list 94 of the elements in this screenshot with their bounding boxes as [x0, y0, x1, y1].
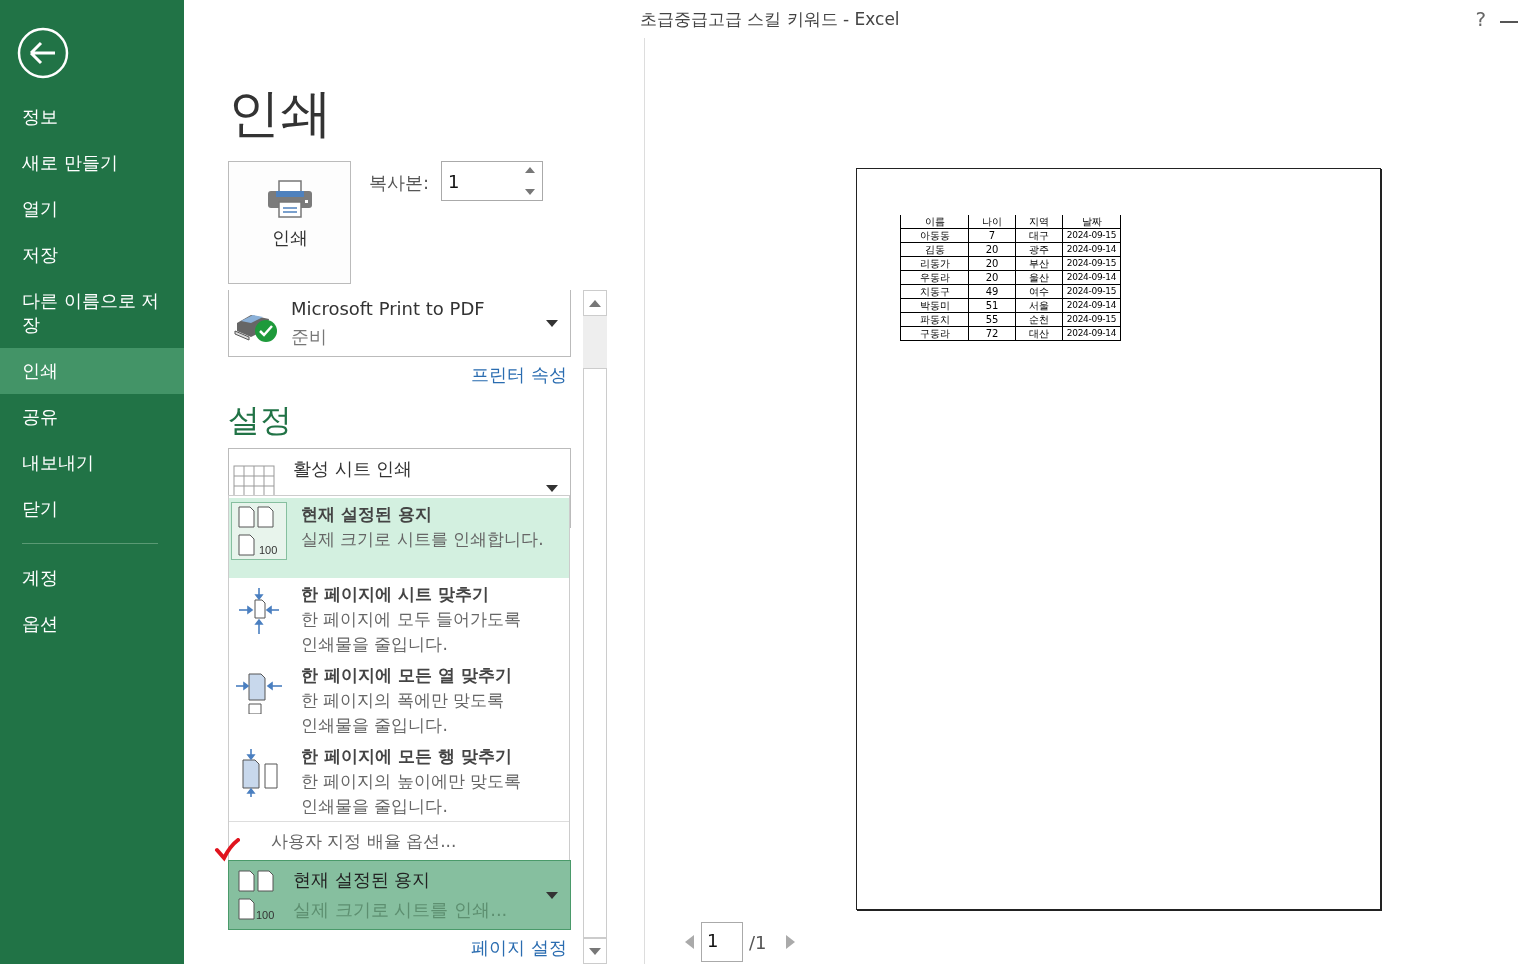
table-cell: 김동 — [900, 242, 969, 257]
table-cell: 대산 — [1015, 326, 1063, 341]
scale-label: 100 — [256, 909, 275, 921]
window-title: 초급중급고급 스킬 키워드 - Excel — [638, 7, 901, 31]
table-cell: 대구 — [1015, 228, 1063, 243]
table-cell: 20 — [968, 242, 1016, 257]
table-cell: 순천 — [1015, 312, 1063, 327]
option-description: 인쇄물을 줄입니다. — [301, 633, 449, 656]
table-cell: 2024-09-15 — [1062, 284, 1121, 299]
table-header: 나이 — [968, 215, 1016, 229]
table-cell: 울산 — [1015, 270, 1063, 285]
table-cell: 2024-09-15 — [1062, 312, 1121, 327]
table-cell: 20 — [968, 256, 1016, 271]
caret-icon — [546, 485, 558, 492]
scale-label: 100 — [259, 544, 278, 556]
previous-page-icon[interactable] — [685, 935, 695, 949]
scaling-option[interactable]: 한 페이지에 모든 행 맞추기 한 페이지의 높이에만 맞도록 인쇄물을 줄입니다. — [229, 740, 569, 821]
sidebar-item[interactable]: 공유 — [0, 394, 184, 440]
table-cell: 구동라 — [900, 326, 969, 341]
option-title: 현재 설정된 용지 — [293, 868, 432, 892]
scroll-up-icon[interactable] — [589, 299, 601, 307]
scroll-down-button[interactable] — [583, 938, 607, 964]
sidebar-item[interactable]: 정보 — [0, 94, 184, 140]
sidebar-item[interactable]: 내보내기 — [0, 440, 184, 486]
table-cell: 2024-09-14 — [1062, 326, 1121, 341]
caret-icon — [546, 891, 558, 899]
scroll-up-button[interactable] — [583, 290, 607, 316]
scroll-down-icon[interactable] — [589, 947, 601, 955]
table-cell: 리동가 — [900, 256, 969, 271]
table-cell: 7 — [968, 228, 1016, 243]
printer-properties-link[interactable]: 프린터 속성 — [471, 363, 567, 387]
check-mark-icon — [214, 838, 240, 862]
help-button[interactable]: ? — [1475, 7, 1486, 31]
page-setup-link[interactable]: 페이지 설정 — [471, 936, 567, 960]
printer-dropdown[interactable]: Microsoft Print to PDF 준비 — [228, 290, 571, 357]
option-title: 현재 설정된 용지 — [301, 503, 433, 526]
table-cell: 49 — [968, 284, 1016, 299]
fit-columns-icon — [235, 670, 283, 714]
shrink-arrows-icon — [237, 586, 281, 636]
option-description: 한 페이지에 모두 들어가도록 — [301, 608, 522, 631]
table-cell: 2024-09-15 — [1062, 228, 1121, 243]
table-cell: 치동구 — [900, 284, 969, 299]
sidebar-item[interactable]: 닫기 — [0, 486, 184, 532]
page-number-field[interactable]: 1 — [701, 922, 743, 962]
scaling-option[interactable]: 한 페이지에 시트 맞추기 한 페이지에 모두 들어가도록 인쇄물을 줄입니다. — [229, 578, 569, 659]
table-cell: 2024-09-14 — [1062, 242, 1121, 257]
sidebar-item[interactable]: 저장 — [0, 232, 184, 278]
option-title: 한 페이지에 모든 열 맞추기 — [301, 664, 512, 687]
sidebar-item[interactable]: 인쇄 — [0, 348, 184, 394]
table-cell: 20 — [968, 270, 1016, 285]
caret-icon — [546, 319, 558, 327]
sidebar-item[interactable]: 새로 만들기 — [0, 140, 184, 186]
minimize-icon[interactable] — [1500, 20, 1518, 24]
table-cell: 박동미 — [900, 298, 969, 313]
spinner-arrows-icon[interactable] — [524, 166, 537, 196]
option-description: 인쇄물을 줄입니다. — [301, 795, 449, 818]
table-cell: 2024-09-14 — [1062, 270, 1121, 285]
table-cell: 우동라 — [900, 270, 969, 285]
table-cell: 광주 — [1015, 242, 1063, 257]
table-cell: 서울 — [1015, 298, 1063, 313]
copies-field[interactable]: 1 — [441, 161, 544, 201]
settings-heading: 설정 — [228, 400, 293, 441]
table-cell: 2024-09-14 — [1062, 298, 1121, 313]
option-title: 한 페이지에 모든 행 맞추기 — [301, 745, 513, 768]
page-title: 인쇄 — [228, 82, 333, 145]
table-cell: 부산 — [1015, 256, 1063, 271]
scaling-option[interactable]: 한 페이지에 모든 열 맞추기 한 페이지의 폭에만 맞도록 인쇄물을 줄입니다. — [229, 659, 569, 740]
option-description: 인쇄물을 줄입니다. — [301, 714, 449, 737]
scaling-option[interactable]: 100 현재 설정된 용지 실제 크기로 시트를 인쇄합니다. — [229, 498, 569, 578]
table-cell: 파동치 — [900, 312, 969, 327]
option-description: 실제 크기로 시트를 인쇄합니다. — [301, 528, 544, 551]
back-icon[interactable] — [17, 27, 69, 79]
sidebar-item[interactable]: 옵션 — [0, 601, 184, 647]
table-cell: 55 — [968, 312, 1016, 327]
print-button[interactable]: 인쇄 — [228, 161, 351, 284]
table-cell: 51 — [968, 298, 1016, 313]
option-description: 한 페이지의 폭에만 맞도록 — [301, 689, 506, 712]
sidebar-item[interactable]: 다른 이름으로 저장 — [0, 278, 184, 348]
page-total: /1 — [749, 931, 767, 953]
option-description: 한 페이지의 높이에만 맞도록 — [301, 770, 522, 793]
table-header: 이름 — [900, 215, 969, 229]
sidebar-item[interactable]: 계정 — [0, 555, 184, 601]
scrollbar-thumb[interactable] — [583, 368, 607, 938]
table-cell: 2024-09-15 — [1062, 256, 1121, 271]
printer-icon — [266, 180, 313, 218]
table-cell: 72 — [968, 326, 1016, 341]
copies-label: 복사본: — [369, 171, 430, 195]
table-header: 날짜 — [1062, 215, 1121, 229]
table-header: 지역 — [1015, 215, 1063, 229]
sidebar-item[interactable]: 열기 — [0, 186, 184, 232]
table-cell: 여수 — [1015, 284, 1063, 299]
option-title: 한 페이지에 시트 맞추기 — [301, 583, 490, 606]
next-page-icon[interactable] — [784, 935, 795, 949]
table-cell: 아동동 — [900, 228, 969, 243]
